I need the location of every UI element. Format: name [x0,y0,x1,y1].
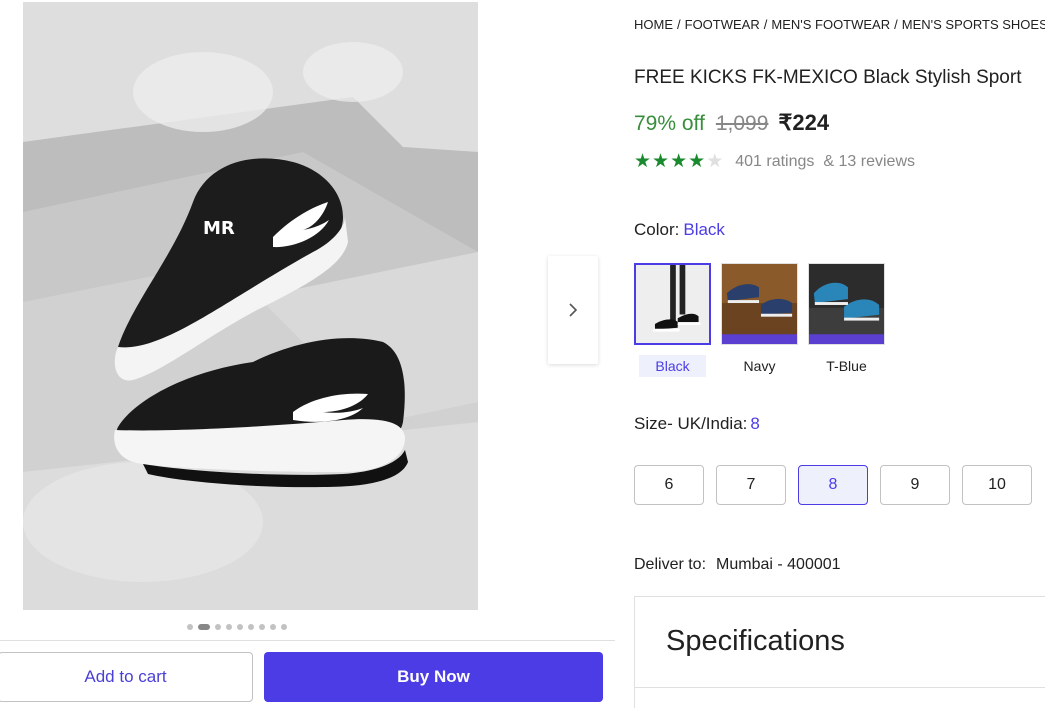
color-option-label: Navy [743,358,776,374]
price-row: 79% off 1,099 ₹224 [634,110,829,136]
image-pagination-dots [187,624,287,630]
ratings-count: 401 ratings [735,152,815,170]
deliver-label: Deliver to: [634,556,707,573]
svg-text:MR: MR [203,218,235,239]
size-option-6[interactable]: 6 [634,465,704,505]
breadcrumb-item[interactable]: FOOTWEAR [685,17,760,32]
color-thumbnail-black [634,263,711,345]
color-option-label: T-Blue [826,358,867,374]
color-thumbnail-navy [721,263,798,345]
product-title: FREE KICKS FK-MEXICO Black Stylish Sport [634,67,1022,88]
rating-row[interactable]: ★ ★ ★ ★ ★ 401 ratings & 13 reviews [634,152,915,171]
product-photo-graphic: MR [23,2,478,610]
divider [635,687,1045,688]
breadcrumb-separator: / [763,17,768,32]
breadcrumb-item[interactable]: HOME [634,17,673,32]
size-option-9[interactable]: 9 [880,465,950,505]
size-option-10[interactable]: 10 [962,465,1032,505]
specifications-section: Specifications [634,596,1045,708]
buy-now-button[interactable]: Buy Now [264,652,603,702]
breadcrumb-separator: / [677,17,681,32]
chevron-right-icon [569,303,578,317]
star-icon: ★ [670,150,688,172]
color-heading: Color: Black [634,220,725,240]
sale-price: ₹224 [778,110,830,135]
color-thumbnail-t-blue [808,263,885,345]
next-image-button[interactable] [548,256,598,364]
size-option-8[interactable]: 8 [798,465,868,505]
product-details: HOME / FOOTWEAR / MEN'S FOOTWEAR / MEN'S SPORT… [634,0,1045,708]
rating-stars: ★ ★ ★ ★ ★ [634,152,723,171]
selected-color: Black [683,220,725,239]
pagination-dot[interactable] [237,624,243,630]
pagination-dot[interactable] [259,624,265,630]
discount-percent: 79% off [634,112,705,135]
pagination-dot[interactable] [226,624,232,630]
size-label: Size- UK/India: [634,414,748,433]
specifications-title: Specifications [666,625,845,657]
pagination-dot[interactable] [270,624,276,630]
breadcrumb-item[interactable]: MEN'S SPORTS SHOES [902,17,1045,32]
image-gallery: MR Add to cart Buy Now [0,0,615,708]
pagination-dot[interactable] [281,624,287,630]
reviews-count: & 13 reviews [823,152,915,170]
size-heading: Size- UK/India: 8 [634,414,760,434]
breadcrumb: HOME / FOOTWEAR / MEN'S FOOTWEAR / MEN'S SPORT… [634,17,1045,32]
pagination-dot[interactable] [187,624,193,630]
product-image[interactable]: MR [23,2,478,610]
pagination-dot[interactable] [248,624,254,630]
pagination-dot[interactable] [198,624,210,630]
color-swatches: Black Navy T-Blue [634,263,885,377]
star-icon: ★ [706,150,724,172]
pagination-dot[interactable] [215,624,221,630]
add-to-cart-button[interactable]: Add to cart [0,652,253,702]
breadcrumb-separator: / [894,17,898,32]
star-icon: ★ [688,150,706,172]
color-option-black[interactable]: Black [634,263,711,377]
deliver-pincode: Mumbai - 400001 [716,556,841,573]
size-options: 6 7 8 9 10 [634,465,1032,505]
color-option-label: Black [639,355,706,377]
delivery-location[interactable]: Deliver to: Mumbai - 400001 [634,556,841,574]
size-option-7[interactable]: 7 [716,465,786,505]
selected-size: 8 [750,414,760,433]
star-icon: ★ [634,150,652,172]
color-option-t-blue[interactable]: T-Blue [808,263,885,377]
color-label: Color: [634,220,680,239]
star-icon: ★ [652,150,670,172]
breadcrumb-item[interactable]: MEN'S FOOTWEAR [771,17,890,32]
color-option-navy[interactable]: Navy [721,263,798,377]
divider [0,640,615,641]
original-price: 1,099 [715,112,769,135]
